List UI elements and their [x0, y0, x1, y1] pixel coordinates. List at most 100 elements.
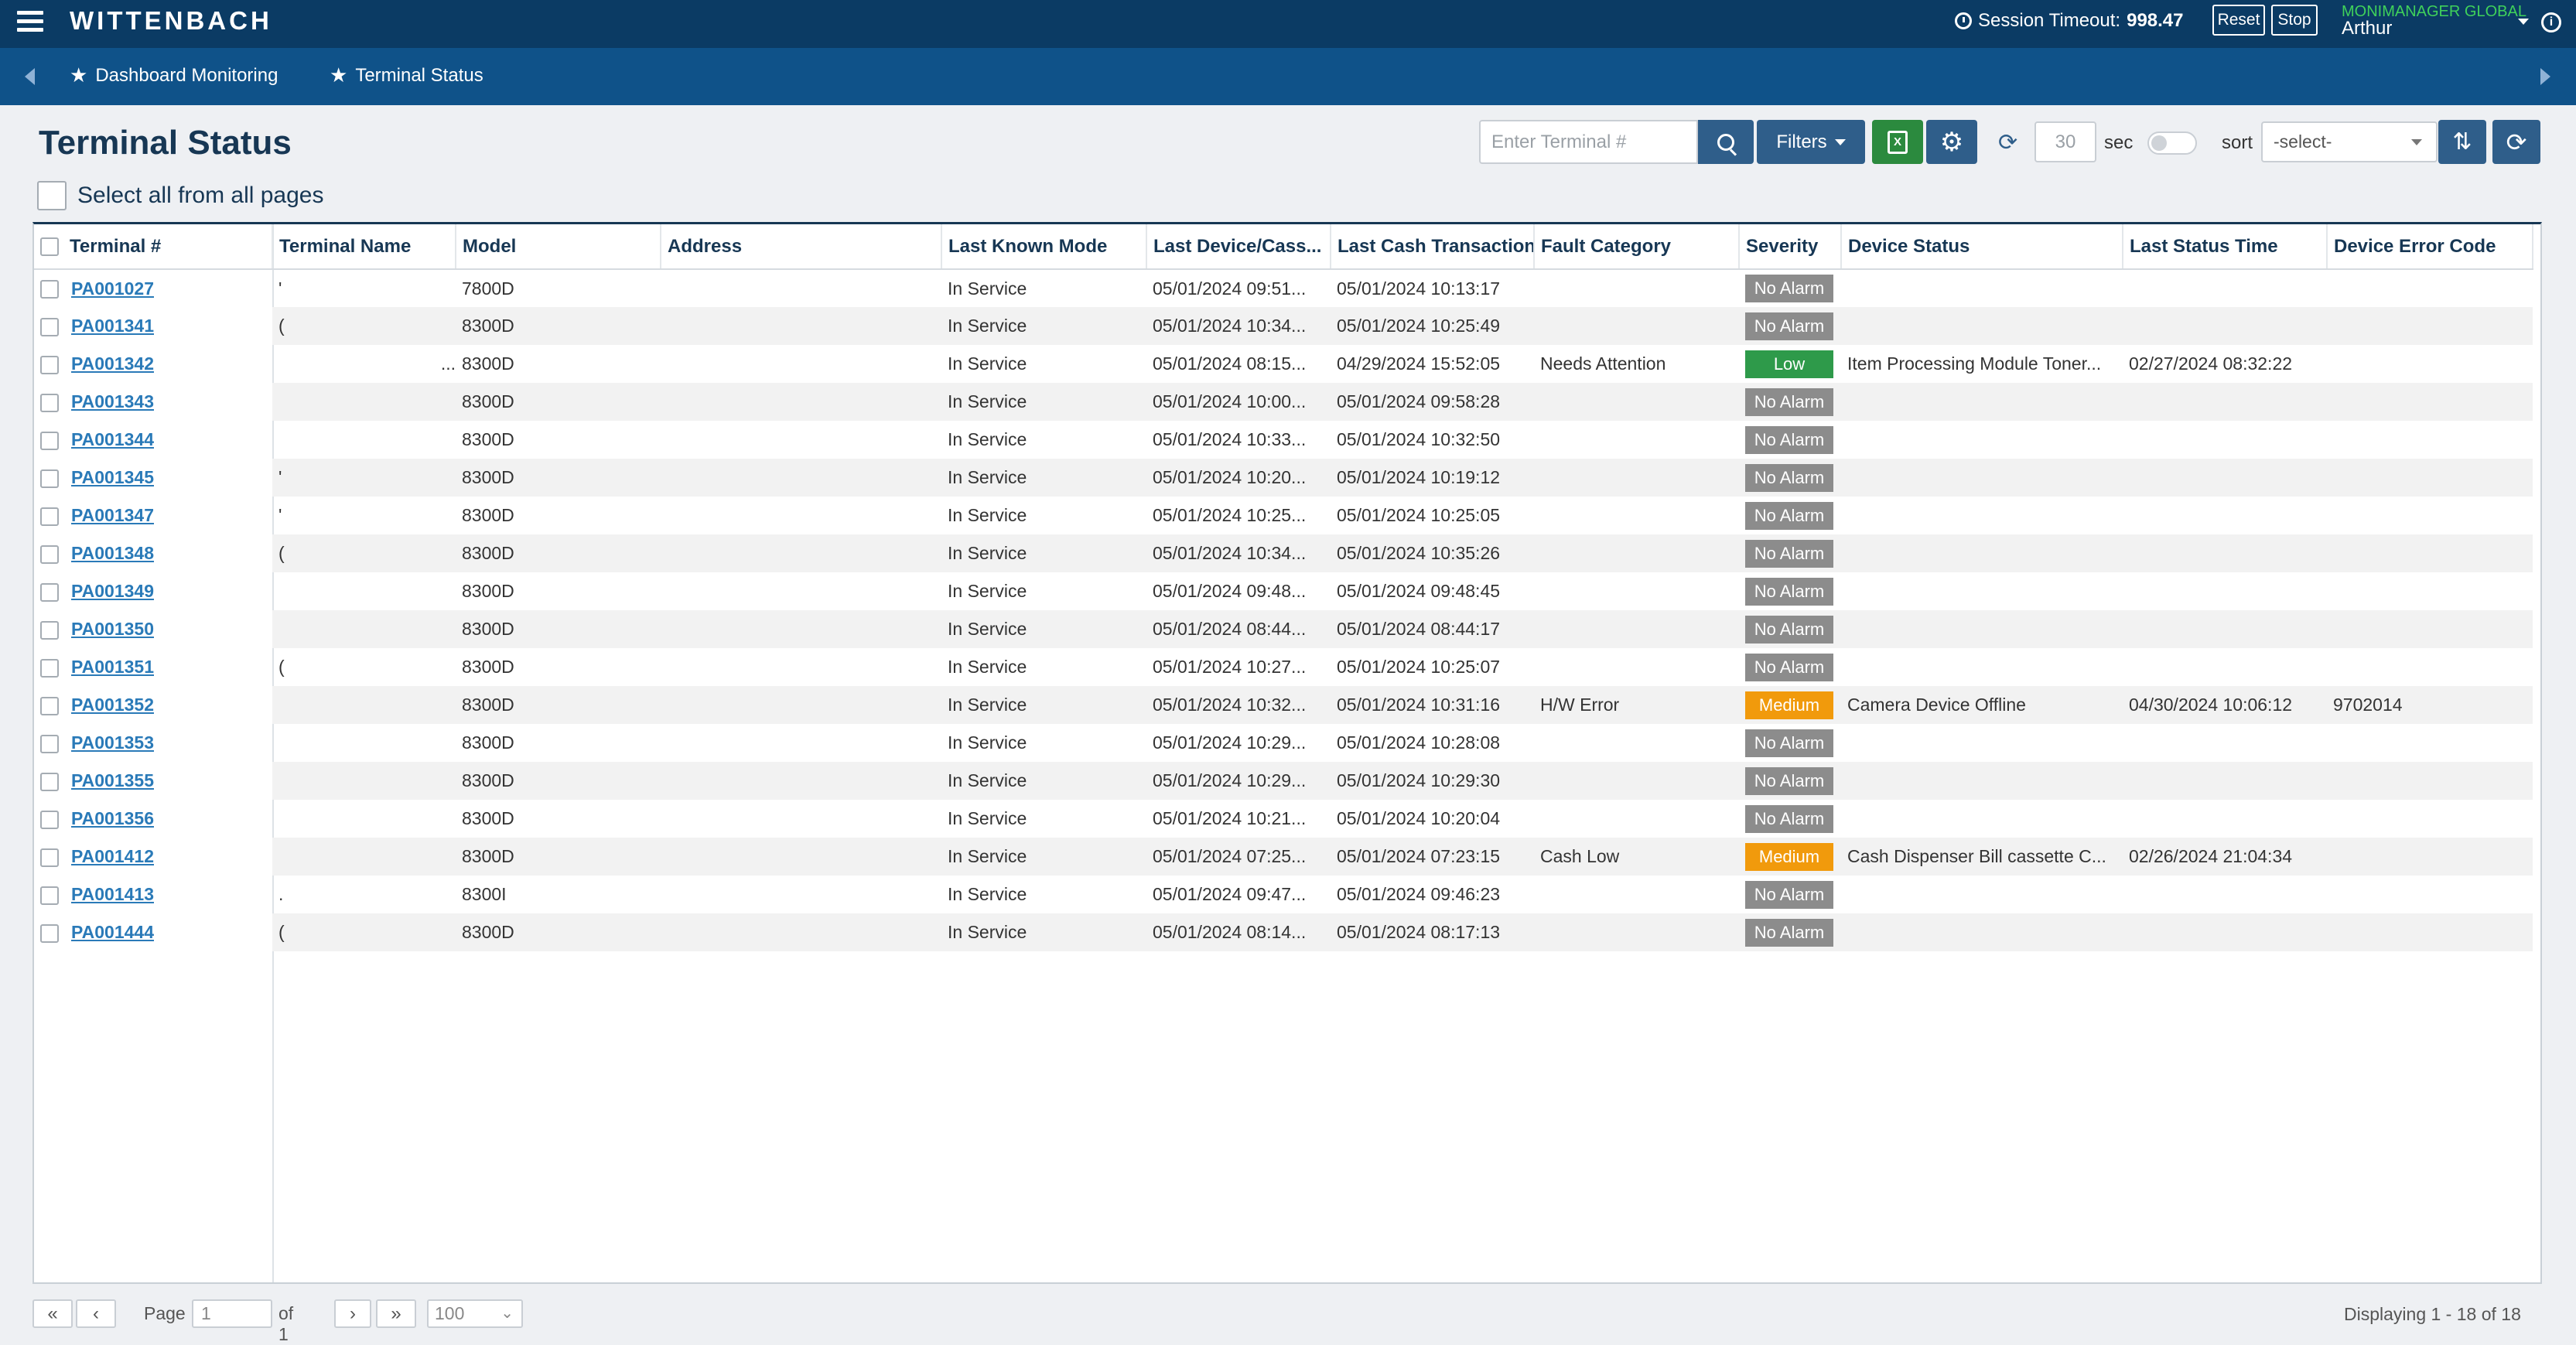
row-checkbox[interactable]	[40, 620, 59, 640]
terminal-link[interactable]: PA001352	[71, 695, 154, 715]
select-all-pages-checkbox[interactable]	[37, 181, 67, 210]
scroll-right-icon[interactable]	[2540, 68, 2550, 85]
terminal-link[interactable]: PA001341	[71, 316, 154, 336]
nav-item-dashboard-monitoring[interactable]: ★ Dashboard Monitoring	[70, 63, 278, 87]
cell-last-cash-transaction: 05/01/2024 08:17:13	[1331, 913, 1534, 951]
table-row[interactable]: PA001027 ' 7800D In Service 05/01/2024 09:51…	[34, 269, 2533, 307]
row-checkbox[interactable]	[40, 772, 59, 791]
terminal-link[interactable]: PA001348	[71, 543, 154, 563]
table-row[interactable]: PA001352 8300D In Service 05/01/2024 10:32.…	[34, 686, 2533, 724]
column-header-last-known-mode[interactable]: Last Known Mode	[941, 224, 1147, 270]
row-checkbox[interactable]	[40, 507, 59, 526]
column-header-last-device[interactable]: Last Device/Cass...	[1146, 224, 1331, 270]
table-row[interactable]: PA001341 (8300D In Service 05/01/2024 10:34…	[34, 307, 2533, 345]
table-row[interactable]: PA001444 (8300D In Service 05/01/2024 08:14…	[34, 913, 2533, 951]
user-name: Arthur	[2342, 18, 2393, 39]
table-row[interactable]: PA001344 8300D In Service 05/01/2024 10:33.…	[34, 421, 2533, 459]
table-row[interactable]: PA001349 8300D In Service 05/01/2024 09:48.…	[34, 572, 2533, 610]
row-checkbox[interactable]	[40, 848, 59, 867]
table-row[interactable]: PA001412 8300D In Service 05/01/2024 07:25.…	[34, 838, 2533, 876]
terminal-link[interactable]: PA001345	[71, 467, 154, 487]
settings-button[interactable]: ⚙	[1926, 120, 1977, 164]
page-number-input[interactable]	[192, 1299, 272, 1328]
table-row[interactable]: PA001345 ' 8300D In Service 05/01/2024 10:20…	[34, 459, 2533, 497]
row-checkbox[interactable]	[40, 393, 59, 412]
row-checkbox[interactable]	[40, 431, 59, 450]
filters-button[interactable]: Filters	[1757, 120, 1865, 164]
column-header-terminal-name[interactable]: Terminal Name	[272, 224, 456, 270]
terminal-link[interactable]: PA001444	[71, 922, 154, 942]
info-icon[interactable]: i	[2541, 12, 2561, 32]
terminal-link[interactable]: PA001355	[71, 770, 154, 790]
row-checkbox[interactable]	[40, 280, 59, 299]
terminal-link[interactable]: PA001343	[71, 391, 154, 411]
refresh-button[interactable]: ⟳	[2492, 120, 2540, 164]
column-header-device-status[interactable]: Device Status	[1841, 224, 2123, 270]
row-checkbox[interactable]	[40, 696, 59, 715]
last-page-button[interactable]: »	[376, 1299, 416, 1328]
terminal-link[interactable]: PA001351	[71, 657, 154, 677]
column-header-severity[interactable]: Severity	[1739, 224, 1842, 270]
terminal-link[interactable]: PA001353	[71, 732, 154, 753]
column-header-device-error-code[interactable]: Device Error Code	[2327, 224, 2533, 270]
terminal-link[interactable]: PA001350	[71, 619, 154, 639]
table-row[interactable]: PA001342... 8300D In Service 05/01/2024 08:…	[34, 345, 2533, 383]
first-page-button[interactable]: «	[32, 1299, 73, 1328]
user-menu[interactable]: MONIMANAGER GLOBAL Arthur	[2342, 3, 2526, 39]
select-page-checkbox[interactable]	[40, 237, 59, 257]
row-checkbox[interactable]	[40, 469, 59, 488]
export-excel-button[interactable]: X	[1872, 120, 1923, 164]
column-header-fault-category[interactable]: Fault Category	[1534, 224, 1740, 270]
auto-refresh-toggle[interactable]	[2147, 131, 2197, 155]
row-checkbox[interactable]	[40, 658, 59, 678]
row-checkbox[interactable]	[40, 734, 59, 753]
table-row[interactable]: PA001343 8300D In Service 05/01/2024 10:00.…	[34, 383, 2533, 421]
table-row[interactable]: PA001355 8300D In Service 05/01/2024 10:29.…	[34, 762, 2533, 800]
sort-select[interactable]: -select-	[2261, 121, 2438, 162]
row-checkbox[interactable]	[40, 317, 59, 336]
row-checkbox[interactable]	[40, 355, 59, 374]
column-header-last-status-time[interactable]: Last Status Time	[2123, 224, 2328, 270]
row-checkbox[interactable]	[40, 923, 59, 943]
scroll-left-icon[interactable]	[25, 68, 35, 85]
terminal-search-input[interactable]	[1479, 120, 1698, 164]
cell-last-device: 05/01/2024 10:27...	[1153, 657, 1307, 677]
chevron-down-icon[interactable]	[2518, 19, 2529, 25]
row-checkbox[interactable]	[40, 810, 59, 829]
refresh-interval-input[interactable]: 30	[2034, 121, 2096, 162]
table-row[interactable]: PA001347 ' 8300D In Service 05/01/2024 10:25…	[34, 497, 2533, 534]
prev-page-button[interactable]: ‹	[76, 1299, 116, 1328]
column-header-model[interactable]: Model	[456, 224, 661, 270]
stop-button[interactable]: Stop	[2271, 5, 2318, 36]
table-row[interactable]: PA001351 (8300D In Service 05/01/2024 10:27…	[34, 648, 2533, 686]
cell-last-known-mode: In Service	[941, 762, 1146, 800]
terminal-link[interactable]: PA001356	[71, 808, 154, 828]
select-all-pages[interactable]: Select all from all pages	[37, 181, 324, 210]
table-row[interactable]: PA001353 8300D In Service 05/01/2024 10:29.…	[34, 724, 2533, 762]
table-row[interactable]: PA001350 8300D In Service 05/01/2024 08:44.…	[34, 610, 2533, 648]
column-header-last-cash-transaction[interactable]: Last Cash Transaction	[1331, 224, 1535, 270]
row-checkbox[interactable]	[40, 582, 59, 602]
hamburger-menu-icon[interactable]	[17, 11, 43, 32]
table-row[interactable]: PA001413. 8300I In Service 05/01/2024 09:47…	[34, 876, 2533, 913]
row-checkbox[interactable]	[40, 886, 59, 905]
column-header-terminal[interactable]: Terminal #	[34, 224, 273, 270]
next-page-button[interactable]: ›	[334, 1299, 371, 1328]
terminal-link[interactable]: PA001342	[71, 353, 154, 374]
terminal-link[interactable]: PA001413	[71, 884, 154, 904]
sort-direction-button[interactable]: ⇅	[2438, 120, 2486, 164]
terminal-link[interactable]: PA001344	[71, 429, 154, 449]
table-row[interactable]: PA001356 8300D In Service 05/01/2024 10:21.…	[34, 800, 2533, 838]
cell-terminal-name: '	[278, 278, 282, 299]
reset-button[interactable]: Reset	[2212, 5, 2265, 36]
row-checkbox[interactable]	[40, 544, 59, 564]
table-row[interactable]: PA001348 (8300D In Service 05/01/2024 10:34…	[34, 534, 2533, 572]
terminal-link[interactable]: PA001349	[71, 581, 154, 601]
search-button[interactable]	[1698, 120, 1754, 164]
terminal-link[interactable]: PA001027	[71, 278, 154, 299]
page-size-select[interactable]: 100 ⌄	[427, 1299, 523, 1328]
nav-item-terminal-status[interactable]: ★ Terminal Status	[330, 63, 483, 87]
terminal-link[interactable]: PA001347	[71, 505, 154, 525]
terminal-link[interactable]: PA001412	[71, 846, 154, 866]
column-header-address[interactable]: Address	[661, 224, 942, 270]
